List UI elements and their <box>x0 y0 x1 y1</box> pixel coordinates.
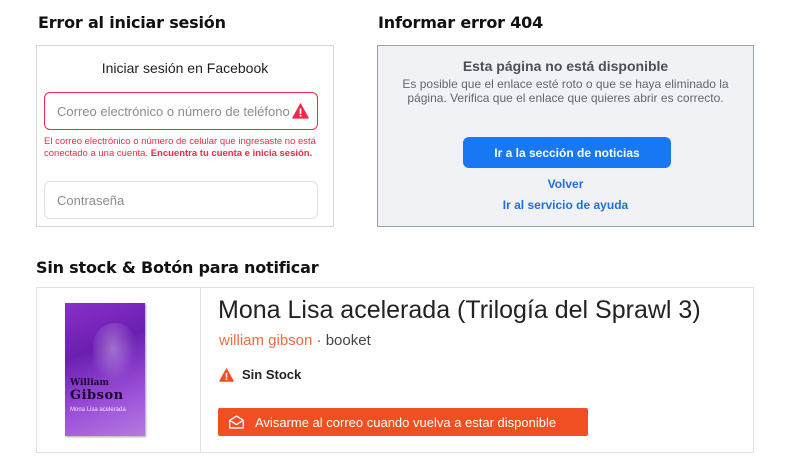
news-feed-button[interactable]: Ir a la sección de noticias <box>463 137 671 168</box>
error-404-heading: Esta página no está disponible <box>462 58 669 74</box>
book-meta: william gibson · booket <box>219 332 371 349</box>
login-error-panel: Iniciar sesión en Facebook El correo ele… <box>36 45 334 227</box>
book-publisher: booket <box>325 332 371 349</box>
login-header: Iniciar sesión en Facebook <box>101 60 269 76</box>
book-cover-container: William Gibson Mona Lisa acelerada <box>37 288 201 452</box>
cover-title: Mona Lisa acelerada <box>70 407 126 413</box>
notify-me-button[interactable]: Avisarme al correo cuando vuelva a estar… <box>218 408 588 436</box>
password-field[interactable] <box>44 181 318 219</box>
book-cover-image[interactable]: William Gibson Mona Lisa acelerada <box>65 303 145 436</box>
help-center-link[interactable]: Ir al servicio de ayuda <box>378 198 753 212</box>
password-input[interactable] <box>57 192 307 208</box>
mail-icon <box>229 415 244 429</box>
error-404-description: Es posible que el enlace esté roto o que… <box>402 77 729 105</box>
section-title-error-404: Informar error 404 <box>378 13 544 32</box>
cover-author-first: William <box>70 378 109 388</box>
find-account-link[interactable]: Encuentra tu cuenta e inicia sesión. <box>151 148 313 159</box>
warning-icon <box>219 367 234 382</box>
email-input[interactable] <box>57 103 295 119</box>
error-404-panel: Esta página no está disponible Es posibl… <box>377 45 754 227</box>
book-author-link[interactable]: william gibson <box>219 332 312 349</box>
product-panel: William Gibson Mona Lisa acelerada Mona … <box>36 287 754 453</box>
stock-status-text: Sin Stock <box>242 367 302 382</box>
back-link[interactable]: Volver <box>378 177 753 191</box>
cover-artwork <box>93 323 137 385</box>
section-title-out-of-stock: Sin stock & Botón para notificar <box>36 258 319 277</box>
warning-icon <box>292 103 309 119</box>
cover-author-last: Gibson <box>70 388 124 403</box>
meta-separator: · <box>312 332 326 349</box>
notify-button-label: Avisarme al correo cuando vuelva a estar… <box>255 414 557 430</box>
email-field[interactable] <box>44 92 318 130</box>
stock-status: Sin Stock <box>219 367 301 382</box>
section-title-login-error: Error al iniciar sesión <box>38 13 226 32</box>
login-error-message: El correo electrónico o número de celula… <box>44 136 324 159</box>
book-title: Mona Lisa acelerada (Trilogía del Sprawl… <box>218 296 701 324</box>
